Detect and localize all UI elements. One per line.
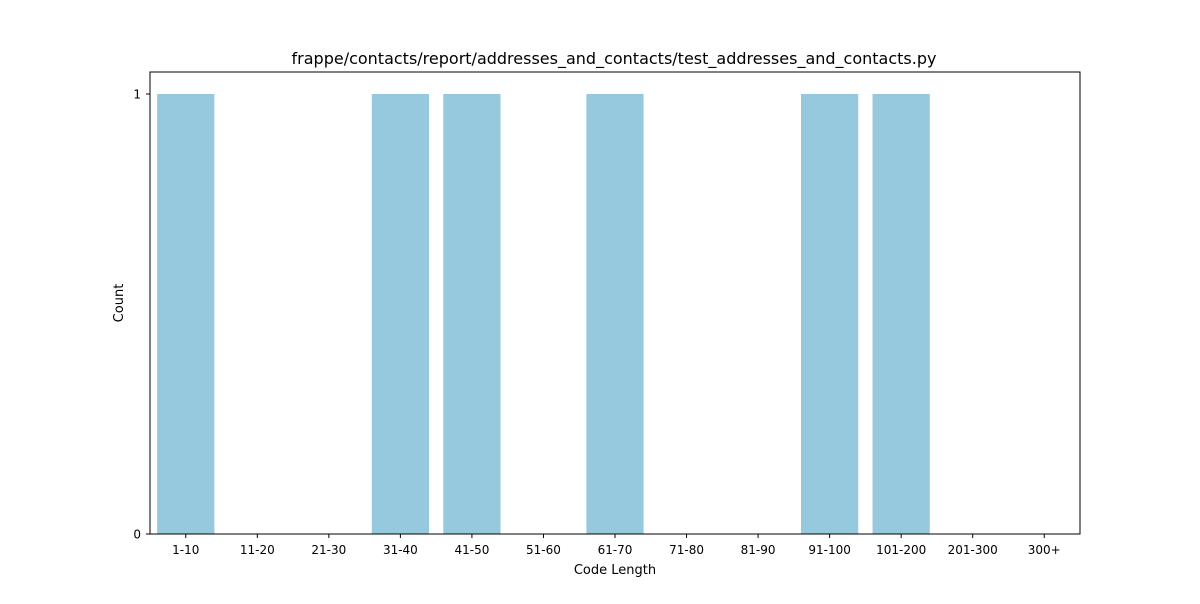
x-tick-label: 31-40	[383, 543, 418, 557]
chart-title: frappe/contacts/report/addresses_and_con…	[292, 49, 937, 69]
bar-101-200	[872, 94, 930, 534]
y-axis-label: Count	[112, 284, 127, 323]
bars-group	[157, 94, 930, 534]
bar-61-70	[586, 94, 644, 534]
y-tick-label: 1	[133, 88, 141, 102]
x-tick-label: 201-300	[948, 543, 998, 557]
x-tick-label: 21-30	[311, 543, 346, 557]
x-tick-label: 71-80	[669, 543, 704, 557]
x-tick-label: 51-60	[526, 543, 561, 557]
bar-1-10	[157, 94, 215, 534]
x-axis-label: Code Length	[574, 563, 656, 578]
chart-container: frappe/contacts/report/addresses_and_con…	[0, 0, 1200, 600]
x-tick-label: 91-100	[808, 543, 851, 557]
bar-chart: frappe/contacts/report/addresses_and_con…	[112, 49, 1081, 578]
x-tick-label: 11-20	[240, 543, 275, 557]
x-tick-label: 1-10	[172, 543, 199, 557]
bar-91-100	[801, 94, 859, 534]
y-tick-label: 0	[133, 528, 141, 542]
x-tick-label: 101-200	[876, 543, 926, 557]
x-tick-label: 61-70	[598, 543, 633, 557]
x-tick-label: 300+	[1028, 543, 1061, 557]
bar-41-50	[443, 94, 501, 534]
x-tick-label: 81-90	[741, 543, 776, 557]
bar-31-40	[371, 94, 429, 534]
y-axis-ticks: 01	[133, 88, 150, 542]
x-axis-ticks: 1-10 11-20 21-30 31-40 41-50 51-60 61-70 71-80 8…	[172, 534, 1061, 557]
x-tick-label: 41-50	[454, 543, 489, 557]
